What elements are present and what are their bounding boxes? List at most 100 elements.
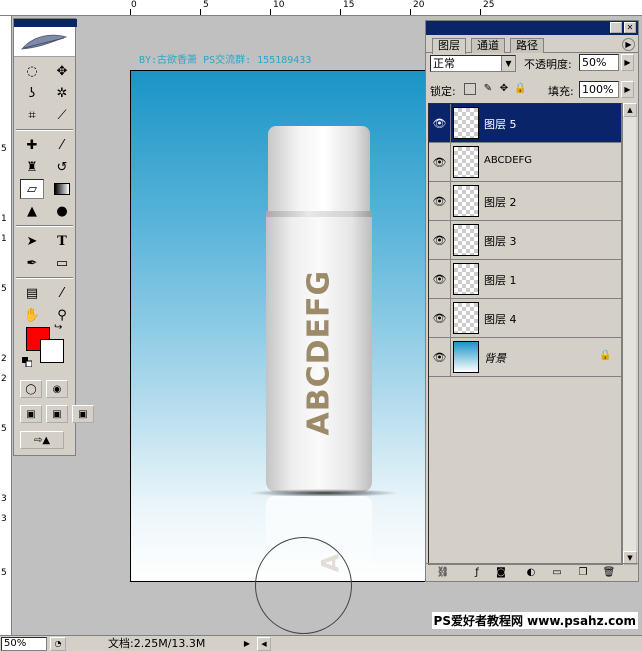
gradient-icon[interactable] bbox=[50, 179, 74, 199]
close-icon[interactable]: ✕ bbox=[624, 22, 636, 33]
magic-wand-icon[interactable]: ✲ bbox=[50, 83, 74, 103]
full-screen-menu-button[interactable]: ▣ bbox=[46, 405, 68, 423]
standard-screen-button[interactable]: ▣ bbox=[20, 405, 42, 423]
minimize-button[interactable] bbox=[610, 22, 622, 33]
ruler-tick bbox=[340, 9, 341, 15]
new-group-icon[interactable]: ▭ bbox=[550, 566, 564, 579]
healing-brush-icon[interactable]: ✚ bbox=[20, 135, 44, 155]
toolbox-titlebar[interactable] bbox=[14, 19, 77, 27]
blend-mode-select[interactable]: 正常 ▼ bbox=[430, 55, 516, 72]
hand-icon[interactable]: ✋ bbox=[20, 305, 44, 325]
layer-row[interactable]: 👁 图层 5 bbox=[429, 104, 621, 143]
mask-mode-row: ◯ ◉ bbox=[20, 380, 68, 398]
eye-icon[interactable]: 👁 bbox=[429, 182, 451, 220]
ruler-tick bbox=[200, 9, 201, 15]
eye-icon[interactable]: 👁 bbox=[429, 104, 451, 142]
layer-row[interactable]: 👁 图层 3 bbox=[429, 221, 621, 260]
chevron-down-icon[interactable]: ▼ bbox=[501, 56, 515, 71]
ruler-label: 5 bbox=[1, 568, 7, 578]
eye-icon[interactable]: 👁 bbox=[429, 338, 451, 376]
status-menu-icon[interactable]: ◔ bbox=[50, 637, 66, 651]
crop-icon[interactable]: ⌗ bbox=[20, 105, 44, 125]
pen-icon[interactable]: ✒ bbox=[20, 253, 44, 273]
screen-mode-row: ▣ ▣ ▣ bbox=[20, 405, 94, 423]
dodge-icon[interactable]: ● bbox=[50, 201, 74, 221]
path-selection-icon[interactable]: ➤ bbox=[20, 231, 44, 251]
eye-icon[interactable]: 👁 bbox=[429, 143, 451, 181]
horizontal-ruler[interactable]: 0 5 10 15 20 25 bbox=[0, 0, 642, 16]
layer-row[interactable]: 👁 图层 1 bbox=[429, 260, 621, 299]
trash-icon[interactable]: 🗑 bbox=[602, 566, 616, 579]
layers-scrollbar[interactable]: ▲ ▼ bbox=[622, 103, 637, 565]
tab-channels[interactable]: 通道 bbox=[471, 38, 505, 53]
layer-row[interactable]: 👁 背景 🔒 bbox=[429, 338, 621, 377]
layer-row[interactable]: 👁 图层 2 bbox=[429, 182, 621, 221]
ruler-label: 20 bbox=[413, 0, 425, 10]
layer-thumbnail bbox=[453, 302, 479, 334]
brush-icon[interactable]: ⁄ bbox=[50, 135, 74, 155]
blur-icon[interactable]: ▲ bbox=[20, 201, 44, 221]
new-layer-icon[interactable]: ❐ bbox=[576, 566, 590, 579]
layer-row[interactable]: 👁 图层 4 bbox=[429, 299, 621, 338]
link-icon[interactable]: ⛓ bbox=[436, 566, 450, 579]
fill-input[interactable]: 100% bbox=[579, 81, 619, 98]
vertical-ruler[interactable]: 5 1 1 5 2 2 5 3 3 5 bbox=[0, 16, 12, 635]
eye-icon[interactable]: 👁 bbox=[429, 221, 451, 259]
shape-icon[interactable]: ▭ bbox=[50, 253, 74, 273]
default-colors-icon[interactable] bbox=[22, 357, 32, 367]
lock-pixels-icon[interactable]: ✎ bbox=[482, 83, 494, 95]
marquee-icon[interactable]: ◌ bbox=[20, 61, 44, 81]
clone-stamp-icon[interactable]: ♜ bbox=[20, 157, 44, 177]
lock-transparency-icon[interactable] bbox=[464, 83, 476, 95]
jump-to-imageready-button[interactable]: ⇨▲ bbox=[20, 431, 64, 449]
feather-icon[interactable] bbox=[20, 31, 68, 53]
standard-mode-button[interactable]: ◯ bbox=[20, 380, 42, 398]
eyedropper-icon[interactable]: ⁄ bbox=[50, 283, 74, 303]
scroll-up-icon[interactable]: ▲ bbox=[623, 103, 637, 117]
layer-thumbnail bbox=[453, 185, 479, 217]
tab-layers[interactable]: 图层 bbox=[432, 38, 466, 54]
history-brush-icon[interactable]: ↺ bbox=[50, 157, 74, 177]
fill-slider-button[interactable]: ▶ bbox=[621, 81, 634, 98]
notes-icon[interactable]: ▤ bbox=[20, 283, 44, 303]
lock-all-icon[interactable]: 🔒 bbox=[514, 83, 526, 95]
layer-row[interactable]: 👁 ABCDEFG bbox=[429, 143, 621, 182]
toolbox-header[interactable] bbox=[14, 19, 77, 57]
toolbox-divider bbox=[16, 225, 73, 227]
eraser-icon[interactable]: ▱ bbox=[20, 179, 44, 199]
tool-grid: ➤ T ✒ ▭ bbox=[14, 231, 75, 273]
status-arrow-icon[interactable]: ▶ bbox=[241, 637, 253, 651]
panel-tabs: 图层 通道 路径 ▶ bbox=[426, 35, 638, 54]
opacity-slider-button[interactable]: ▶ bbox=[621, 54, 634, 71]
ruler-label: 5 bbox=[1, 284, 7, 294]
full-screen-button[interactable]: ▣ bbox=[72, 405, 94, 423]
document-canvas[interactable]: ABCDEFG A bbox=[130, 70, 427, 582]
ruler-label: 25 bbox=[483, 0, 495, 10]
document-caption: BY:古欲香萧 PS交流群: 155189433 bbox=[139, 55, 312, 66]
swap-colors-icon[interactable]: ↪ bbox=[54, 322, 62, 333]
quick-mask-button[interactable]: ◉ bbox=[46, 380, 68, 398]
zoom-field[interactable]: 50% bbox=[1, 637, 47, 651]
type-icon[interactable]: T bbox=[50, 231, 74, 251]
slice-icon[interactable]: ⟋ bbox=[50, 105, 74, 125]
panel-titlebar[interactable]: ✕ bbox=[426, 21, 638, 35]
scroll-left-icon[interactable]: ◀ bbox=[257, 637, 271, 651]
toolbox-divider bbox=[16, 129, 73, 131]
tab-paths[interactable]: 路径 bbox=[510, 38, 544, 53]
background-color-swatch[interactable] bbox=[40, 339, 64, 363]
tool-grid: ✚ ⁄ ♜ ↺ ▱ ▲ ● bbox=[14, 135, 75, 221]
opacity-input[interactable]: 50% bbox=[579, 54, 619, 71]
lasso-icon[interactable]: ʖ bbox=[20, 83, 44, 103]
toolbox-divider bbox=[16, 277, 73, 279]
eye-icon[interactable]: 👁 bbox=[429, 260, 451, 298]
layer-style-icon[interactable]: ƒ bbox=[470, 566, 484, 579]
layer-list: 👁 图层 5 👁 ABCDEFG 👁 图层 2 👁 图层 3 👁 图层 1 👁 bbox=[428, 103, 622, 565]
ruler-label: 10 bbox=[273, 0, 285, 10]
eye-icon[interactable]: 👁 bbox=[429, 299, 451, 337]
lock-position-icon[interactable]: ✥ bbox=[498, 83, 510, 95]
panel-menu-icon[interactable]: ▶ bbox=[622, 38, 635, 51]
layer-mask-icon[interactable]: ◙ bbox=[494, 566, 508, 579]
adjustment-layer-icon[interactable]: ◐ bbox=[524, 566, 538, 579]
layer-name: 图层 5 bbox=[484, 118, 517, 131]
move-icon[interactable]: ✥ bbox=[50, 61, 74, 81]
